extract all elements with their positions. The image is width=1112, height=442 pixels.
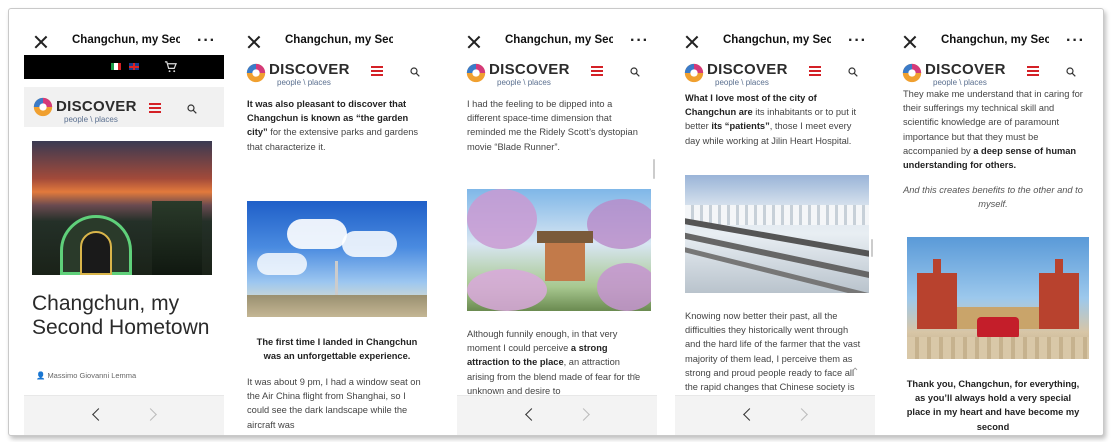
more-options-icon[interactable]: ··· <box>630 32 649 50</box>
menu-icon[interactable] <box>809 66 821 76</box>
chevron-up-icon[interactable]: ⌃ <box>631 373 639 384</box>
logo-tagline: people \ places <box>64 115 118 124</box>
snowy-railway-photo <box>685 175 869 293</box>
page-title: Changchun, my Seco <box>941 34 1049 46</box>
close-icon[interactable] <box>467 35 481 49</box>
bottom-nav <box>24 395 224 435</box>
search-icon[interactable] <box>1066 67 1076 77</box>
site-header: DISCOVER people \ places <box>457 53 657 93</box>
phone-screen-2: Changchun, my Seco DISCOVER people \ pla… <box>237 9 437 435</box>
more-options-icon[interactable]: ··· <box>1066 32 1085 50</box>
menu-icon[interactable] <box>149 103 161 113</box>
logo-tagline: people \ places <box>277 78 331 87</box>
scrollbar[interactable] <box>653 159 655 179</box>
italian-flag-icon[interactable] <box>111 63 121 70</box>
paragraph-2: The first time I landed in Changchun was… <box>256 337 418 362</box>
more-options-icon[interactable]: ··· <box>197 32 216 50</box>
more-options-icon[interactable]: ··· <box>848 32 867 50</box>
forward-arrow-icon[interactable] <box>577 408 590 421</box>
logo-text[interactable]: DISCOVER <box>269 61 350 78</box>
site-header: DISCOVER people \ places <box>675 53 875 93</box>
logo-text[interactable]: DISCOVER <box>489 61 570 78</box>
logo-tagline: people \ places <box>497 78 551 87</box>
city-sunset-photo <box>32 141 212 275</box>
paragraph-2: And this creates benefits to the other a… <box>903 185 1083 210</box>
phone-screen-3: Changchun, my Seco ··· DISCOVER people \… <box>457 9 657 435</box>
phone-screen-4: Changchun, my Seco ··· DISCOVER people \… <box>675 9 875 435</box>
uk-flag-icon[interactable] <box>129 63 139 70</box>
page-title: Changchun, my Seco <box>723 34 831 46</box>
bottom-nav <box>457 395 657 435</box>
discover-logo-icon[interactable] <box>901 62 923 84</box>
cart-icon[interactable] <box>164 60 177 73</box>
search-icon[interactable] <box>410 67 420 77</box>
logo-tagline: people \ places <box>715 78 769 87</box>
paragraph-3: It was about 9 pm, I had a window seat o… <box>247 377 421 430</box>
close-icon[interactable] <box>685 35 699 49</box>
author-byline: 👤 Massimo Giovanni Lemma <box>36 371 136 380</box>
close-icon[interactable] <box>247 35 261 49</box>
site-header: DISCOVER people \ places <box>24 87 224 127</box>
logo-tagline: people \ places <box>933 78 987 87</box>
search-icon[interactable] <box>848 67 858 77</box>
back-arrow-icon[interactable] <box>525 408 538 421</box>
bottom-nav <box>675 395 875 435</box>
paragraph-2: Although funnily enough, in that very mo… <box>467 329 641 396</box>
discover-logo-icon[interactable] <box>245 62 267 84</box>
logo-text[interactable]: DISCOVER <box>707 61 788 78</box>
paragraph-1: It was also pleasant to discover that Ch… <box>247 99 419 152</box>
scrollbar[interactable] <box>871 239 873 257</box>
forward-arrow-icon[interactable] <box>144 408 157 421</box>
red-piano-square-photo <box>907 237 1089 359</box>
phone-screen-1: Changchun, my Seco ··· DISCOVER people \… <box>24 9 224 435</box>
author-name: Massimo Giovanni Lemma <box>47 371 137 380</box>
menu-icon[interactable] <box>591 66 603 76</box>
page-title: Changchun, my Seco <box>72 34 180 46</box>
lilac-blossom-photo <box>467 189 651 311</box>
close-icon[interactable] <box>34 35 48 49</box>
back-arrow-icon[interactable] <box>92 408 105 421</box>
discover-logo-icon[interactable] <box>32 96 54 118</box>
phone-screen-5: Changchun, my Seco ··· DISCOVER people \… <box>893 9 1093 435</box>
top-bar: Changchun, my Seco ··· <box>24 27 224 57</box>
discover-logo-icon[interactable] <box>465 62 487 84</box>
back-arrow-icon[interactable] <box>743 408 756 421</box>
garden-sky-photo <box>247 201 427 317</box>
language-bar <box>24 55 224 79</box>
menu-icon[interactable] <box>1027 66 1039 76</box>
screenshot-collage: Changchun, my Seco ··· DISCOVER people \… <box>8 8 1104 436</box>
search-icon[interactable] <box>630 67 640 77</box>
site-header: DISCOVER people \ places <box>237 53 437 93</box>
forward-arrow-icon[interactable] <box>795 408 808 421</box>
chevron-up-icon[interactable]: ⌃ <box>851 367 859 378</box>
person-icon: 👤 <box>36 371 46 380</box>
paragraph-1: They make me understand that in caring f… <box>903 89 1083 171</box>
paragraph-1: What I love most of the city of Changchu… <box>685 93 857 146</box>
paragraph-2: Knowing now better their past, all the d… <box>685 311 861 406</box>
paragraph-1: I had the feeling to be dipped into a di… <box>467 99 638 152</box>
close-icon[interactable] <box>903 35 917 49</box>
search-icon[interactable] <box>187 104 197 114</box>
paragraph-3: Thank you, Changchun, for everything, as… <box>906 379 1080 432</box>
page-title: Changchun, my Seco <box>505 34 613 46</box>
menu-icon[interactable] <box>371 66 383 76</box>
article-title: Changchun, my Second Hometown <box>32 292 210 339</box>
logo-text[interactable]: DISCOVER <box>56 98 137 115</box>
discover-logo-icon[interactable] <box>683 62 705 84</box>
page-title: Changchun, my Seco <box>285 34 393 46</box>
logo-text[interactable]: DISCOVER <box>925 61 1006 78</box>
